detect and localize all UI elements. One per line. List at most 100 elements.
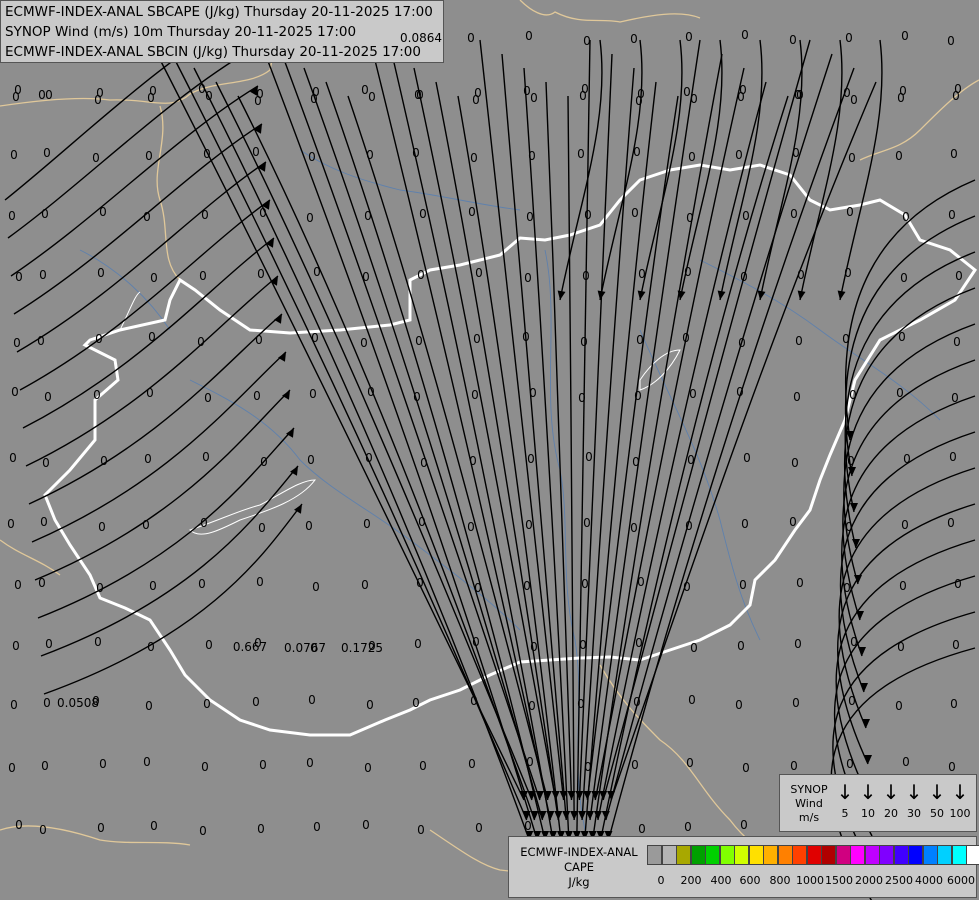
grid-value-label: 0 (633, 695, 641, 709)
grid-value-label: 0 (743, 451, 751, 465)
grid-value-label: 0 (45, 88, 53, 102)
grid-value-label: 0 (684, 265, 692, 279)
grid-value-label: 0 (897, 91, 905, 105)
grid-value-label: 0 (901, 518, 909, 532)
grid-value-label: 0 (412, 146, 420, 160)
grid-value-label-special: 0.1725 (341, 641, 383, 655)
grid-value-label: 0 (630, 32, 638, 46)
grid-value-label: 0 (740, 270, 748, 284)
cape-legend-tick: 6000 (947, 874, 975, 887)
grid-value-label: 0 (145, 699, 153, 713)
wind-legend-entry: ↓ 5 (834, 781, 856, 820)
grid-value-label: 0 (952, 89, 960, 103)
grid-value-label: 0 (307, 453, 315, 467)
cape-color-swatch (792, 845, 807, 865)
wind-legend-title: SYNOP (790, 783, 828, 796)
grid-value-label: 0 (11, 385, 19, 399)
grid-value-label: 0 (947, 34, 955, 48)
grid-value-label: 0 (305, 519, 313, 533)
wind-arrow-icon: ↓ (882, 780, 900, 804)
grid-value-label: 0 (899, 579, 907, 593)
grid-value-label: 0 (202, 450, 210, 464)
grid-value-label: 0 (147, 91, 155, 105)
grid-value-label: 0 (419, 207, 427, 221)
grid-value-label: 0 (525, 518, 533, 532)
grid-value-label: 0 (203, 147, 211, 161)
grid-value-label: 0 (205, 638, 213, 652)
grid-value-label: 0 (584, 760, 592, 774)
cape-legend-tick: 400 (710, 874, 732, 887)
grid-value-label: 0 (257, 822, 265, 836)
grid-value-label: 0 (199, 824, 207, 838)
grid-value-label: 0 (844, 266, 852, 280)
cape-color-swatch (734, 845, 749, 865)
grid-value-label: 0 (149, 579, 157, 593)
cape-color-swatch (763, 845, 778, 865)
grid-value-label: 0 (142, 518, 150, 532)
grid-value-label: 0 (736, 385, 744, 399)
grid-value-label: 0 (96, 581, 104, 595)
grid-value-label: 0 (792, 146, 800, 160)
grid-value-label: 0 (468, 757, 476, 771)
grid-value-label: 0 (898, 330, 906, 344)
grid-value-label: 0 (8, 761, 16, 775)
cape-color-swatch (893, 845, 909, 865)
cape-color-swatch (719, 845, 735, 865)
grid-value-label: 0 (94, 93, 102, 107)
grid-value-label: 0 (414, 637, 422, 651)
grid-value-label: 0 (630, 521, 638, 535)
cape-color-swatch (661, 845, 677, 865)
grid-value-label: 0 (363, 517, 371, 531)
grid-value-label: 0 (524, 271, 532, 285)
wind-arrow-icon: ↓ (951, 780, 969, 804)
grid-value-label-special: 0.0767 (284, 641, 326, 655)
grid-value-label: 0 (100, 454, 108, 468)
grid-value-label: 0 (312, 580, 320, 594)
grid-value-label: 0 (526, 210, 534, 224)
wind-legend-entry: ↓ 100 (949, 781, 971, 820)
grid-value-label: 0 (577, 697, 585, 711)
grid-value-label: 0 (529, 386, 537, 400)
grid-value-label: 0 (847, 454, 855, 468)
grid-value-label: 0 (850, 93, 858, 107)
grid-value-label: 0 (143, 210, 151, 224)
grid-value-label: 0 (14, 578, 22, 592)
grid-value-label: 0 (737, 90, 745, 104)
grid-value-label: 0 (201, 760, 209, 774)
grid-value-label: 0 (846, 757, 854, 771)
grid-value-label: 0 (635, 636, 643, 650)
grid-value-label: 0 (255, 333, 263, 347)
grid-value-label: 0 (579, 89, 587, 103)
grid-value-label: 0 (42, 456, 50, 470)
grid-value-label-special: 0.0864 (400, 31, 442, 45)
grid-value-label: 0 (790, 207, 798, 221)
grid-value-label: 0 (638, 267, 646, 281)
grid-value-label: 0 (955, 269, 963, 283)
cape-color-swatch (966, 845, 979, 865)
grid-value-label: 0 (470, 694, 478, 708)
grid-value-label: 0 (415, 334, 423, 348)
grid-value-label: 0 (790, 759, 798, 773)
grid-value-label: 0 (37, 334, 45, 348)
grid-value-label: 0 (150, 819, 158, 833)
wind-legend-speed: 20 (884, 807, 898, 820)
grid-value-label: 0 (95, 332, 103, 346)
grid-value-label: 0 (38, 576, 46, 590)
wind-arrow-icon: ↓ (928, 780, 946, 804)
grid-value-label: 0 (306, 756, 314, 770)
cape-legend-tick: 0 (657, 874, 665, 887)
grid-value-label: 0 (525, 29, 533, 43)
cape-color-swatch (821, 845, 836, 865)
grid-value-label: 0 (950, 697, 958, 711)
grid-value-label: 0 (147, 640, 155, 654)
grid-value-label: 0 (842, 332, 850, 346)
grid-value-label: 0 (527, 452, 535, 466)
grid-value-label: 0 (310, 92, 318, 106)
title-line-cin: ECMWF-INDEX-ANAL SBCIN (J/kg) Thursday 2… (5, 44, 421, 60)
grid-value-label: 0 (580, 335, 588, 349)
grid-value-label: 0 (688, 150, 696, 164)
wind-legend-speed: 30 (907, 807, 921, 820)
grid-value-label: 0 (634, 389, 642, 403)
wind-arrow-icon: ↓ (836, 780, 854, 804)
cape-color-swatch (748, 845, 764, 865)
